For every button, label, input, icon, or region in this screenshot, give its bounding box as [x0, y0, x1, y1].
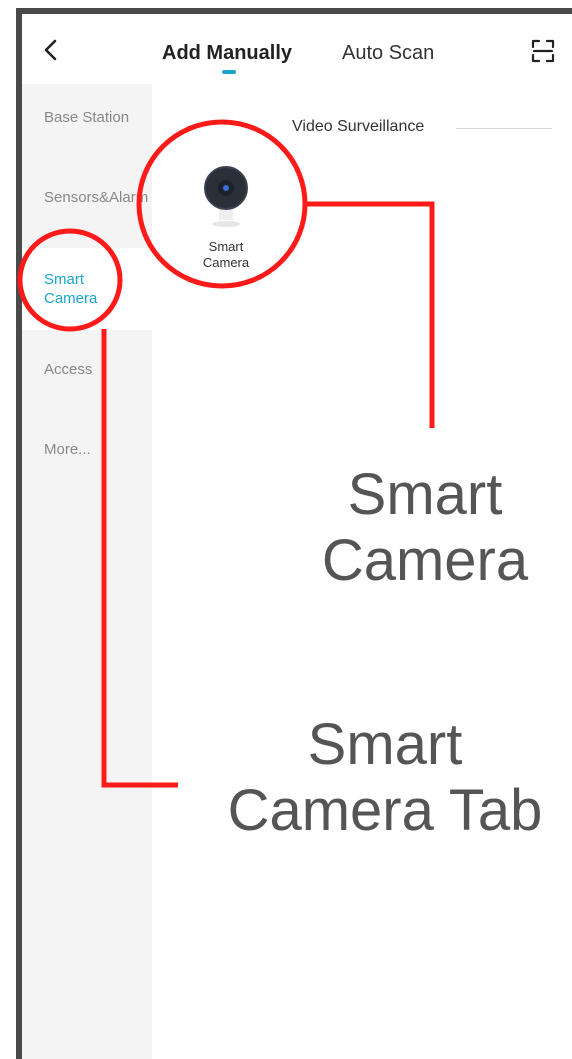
annotation-label-smart-camera: Smart Camera: [321, 462, 529, 593]
annotation-line-tab: [101, 329, 178, 788]
annotation-circle-tab: [17, 228, 123, 332]
annotation-label-smart-camera-tab: Smart Camera Tab: [227, 712, 543, 843]
annotation-circle-device: [136, 119, 308, 289]
annotation-line-device: [305, 201, 435, 428]
